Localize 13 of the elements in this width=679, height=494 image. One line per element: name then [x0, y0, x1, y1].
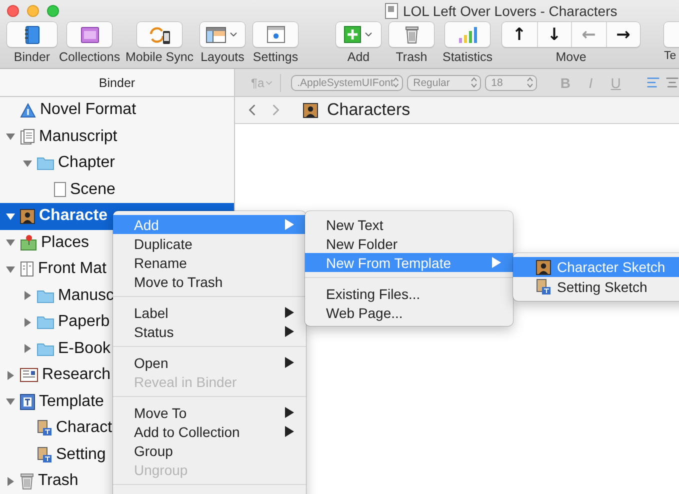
document-title: Characters — [327, 100, 410, 120]
toolbar-label: Settings — [252, 50, 298, 64]
window-title: LOL Left Over Lovers - Characters — [403, 2, 618, 18]
toolbar-label: Te — [664, 50, 676, 62]
toolbar-label: Layouts — [200, 50, 244, 64]
binder-header: Binder — [98, 76, 136, 90]
toolbar-label: Binder — [14, 50, 50, 64]
toolbar-label: Collections — [58, 50, 120, 64]
toolbar-label: Add — [347, 50, 370, 64]
toolbar-label: Move — [556, 50, 586, 64]
toolbar-label: Statistics — [442, 50, 493, 64]
toolbar-label: Mobile Sync — [125, 50, 194, 64]
toolbar-label: Trash — [396, 50, 428, 64]
